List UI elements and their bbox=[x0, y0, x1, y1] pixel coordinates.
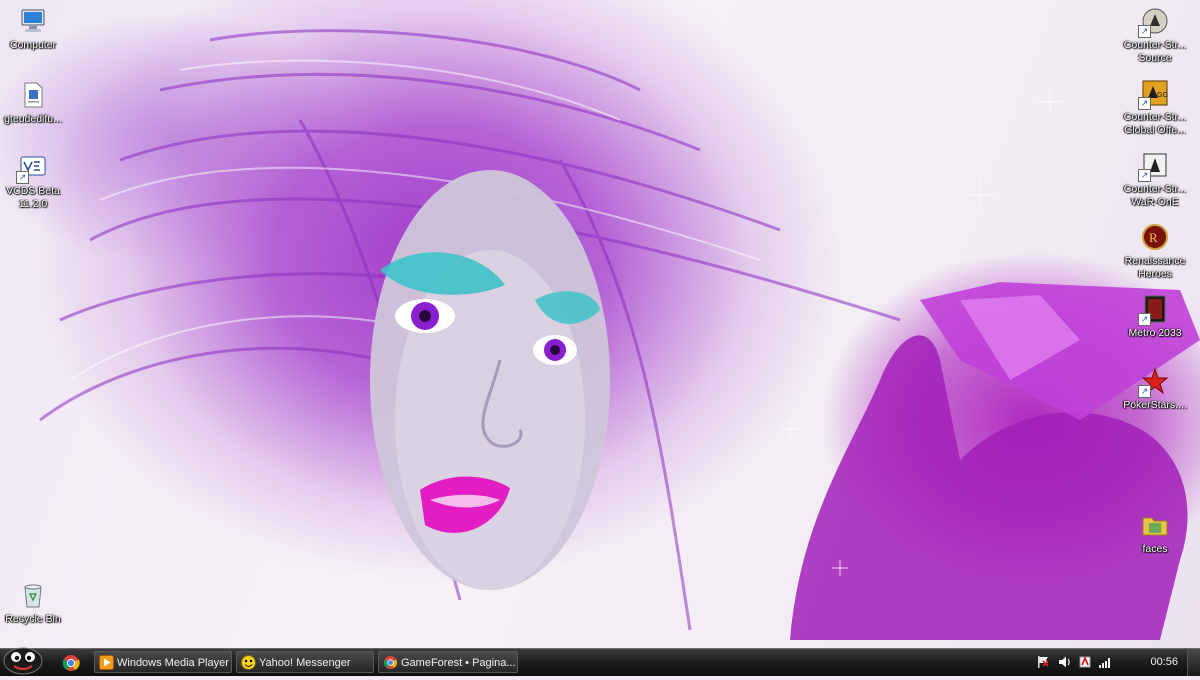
desktop-icon-metro-2033[interactable]: ↗ Metro 2033 bbox=[1118, 294, 1192, 340]
desktop-icon-counter-strike-source[interactable]: ↗ Counter-Str... Source bbox=[1118, 6, 1192, 65]
folder-icon bbox=[1140, 510, 1170, 540]
vcds-app-icon: ↗ bbox=[16, 152, 48, 184]
taskbar-button-label: Windows Media Player bbox=[117, 657, 229, 669]
desktop-icon-document[interactable]: gteudedifu... bbox=[0, 80, 70, 126]
desktop-icon-counter-strike-waro[interactable]: ↗ Counter-Str... WaR-OnE bbox=[1118, 150, 1192, 209]
system-tray: 00:56 bbox=[1020, 649, 1200, 676]
metro-2033-icon: ↗ bbox=[1138, 294, 1170, 326]
renaissance-heroes-icon: R bbox=[1140, 222, 1170, 252]
desktop-icon-pokerstars[interactable]: ↗ PokerStars.... bbox=[1118, 366, 1192, 412]
start-orb-icon bbox=[3, 647, 43, 675]
taskbar-button-label: GameForest • Pagina... bbox=[401, 657, 516, 669]
shortcut-arrow-icon: ↗ bbox=[1138, 169, 1151, 182]
pokerstars-icon: ↗ bbox=[1138, 366, 1170, 398]
taskbar-button-windows-media-player[interactable]: Windows Media Player bbox=[94, 651, 232, 673]
desktop-icon-vcds[interactable]: ↗ VCDS Beta 11.2.0 bbox=[0, 152, 70, 211]
computer-icon bbox=[18, 6, 48, 36]
yahoo-messenger-icon bbox=[241, 655, 256, 670]
shortcut-arrow-icon: ↗ bbox=[1138, 25, 1151, 38]
svg-text:R: R bbox=[1149, 230, 1158, 245]
desktop-icon-recycle-bin[interactable]: Recycle Bin bbox=[0, 580, 70, 626]
taskbar-clock[interactable]: 00:56 bbox=[1150, 649, 1178, 676]
windows-media-player-icon bbox=[99, 655, 114, 670]
taskbar-button-label: Yahoo! Messenger bbox=[259, 657, 351, 669]
show-desktop-button[interactable] bbox=[1187, 649, 1200, 676]
counter-strike-source-icon: ↗ bbox=[1138, 6, 1170, 38]
taskbar: Windows Media Player Yahoo! Messenger Ga… bbox=[0, 647, 1200, 676]
volume-icon[interactable] bbox=[1058, 655, 1072, 669]
network-signal-icon[interactable] bbox=[1098, 655, 1112, 669]
desktop-icon-computer[interactable]: Computer bbox=[0, 6, 70, 52]
taskbar-button-yahoo-messenger[interactable]: Yahoo! Messenger bbox=[236, 651, 374, 673]
shortcut-arrow-icon: ↗ bbox=[16, 171, 29, 184]
counter-strike-go-icon: GO ↗ bbox=[1138, 78, 1170, 110]
desktop-wallpaper bbox=[0, 0, 1200, 648]
svg-text:GO: GO bbox=[1157, 92, 1168, 99]
shortcut-arrow-icon: ↗ bbox=[1138, 385, 1151, 398]
shortcut-arrow-icon: ↗ bbox=[1138, 313, 1151, 326]
chrome-icon bbox=[62, 655, 80, 671]
wallpaper-artwork bbox=[39, 29, 1200, 640]
recycle-bin-icon bbox=[18, 580, 48, 610]
desktop-icon-faces-folder[interactable]: faces bbox=[1118, 510, 1192, 556]
quick-launch-chrome[interactable] bbox=[60, 653, 82, 673]
taskbar-button-gameforest[interactable]: GameForest • Pagina... bbox=[378, 651, 518, 673]
antivirus-icon[interactable] bbox=[1078, 655, 1092, 669]
shortcut-arrow-icon: ↗ bbox=[1138, 97, 1151, 110]
document-icon bbox=[18, 80, 48, 110]
counter-strike-icon: ↗ bbox=[1138, 150, 1170, 182]
desktop-icon-counter-strike-go[interactable]: GO ↗ Counter-Str... Global Offe... bbox=[1118, 78, 1192, 137]
desktop-icon-renaissance-heroes[interactable]: R Renaissance Heroes bbox=[1118, 222, 1192, 281]
start-button[interactable] bbox=[2, 641, 44, 675]
chrome-icon bbox=[383, 656, 398, 669]
action-center-flag-icon[interactable] bbox=[1036, 655, 1050, 669]
